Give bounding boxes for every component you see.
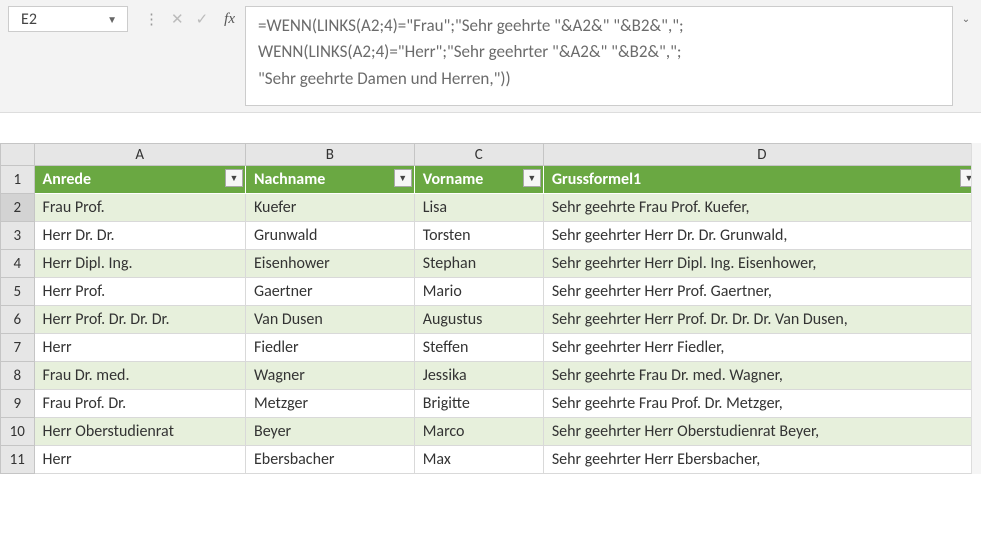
col-header-b[interactable]: B [245, 144, 414, 166]
accept-formula-icon[interactable]: ✓ [196, 10, 209, 29]
cell[interactable]: Sehr geehrter Herr Prof. Dr. Dr. Dr. Van… [543, 306, 980, 334]
table-row: 5 Herr Prof. Gaertner Mario Sehr geehrte… [1, 278, 981, 306]
column-header-row: A B C D [1, 144, 981, 166]
cell[interactable]: Sehr geehrter Herr Ebersbacher, [543, 446, 980, 474]
header-label: Nachname [254, 170, 325, 189]
formula-input[interactable]: =WENN(LINKS(A2;4)="Frau";"Sehr geehrte "… [245, 6, 953, 106]
cell[interactable]: Sehr geehrter Herr Dr. Dr. Grunwald, [543, 222, 980, 250]
name-box[interactable]: E2 ▼ [8, 6, 128, 32]
cell[interactable]: Steffen [414, 334, 543, 362]
filter-button-nachname[interactable]: ▼ [394, 169, 412, 187]
table-row: 2 Frau Prof. Kuefer Lisa Sehr geehrte Fr… [1, 194, 981, 222]
cell[interactable]: Sehr geehrte Frau Prof. Dr. Metzger, [543, 390, 980, 418]
cell[interactable]: Wagner [245, 362, 414, 390]
cell[interactable]: Fiedler [245, 334, 414, 362]
fx-icon[interactable]: fx [224, 6, 235, 32]
filter-button-vorname[interactable]: ▼ [523, 169, 541, 187]
cell[interactable]: Frau Prof. Dr. [34, 390, 245, 418]
col-header-c[interactable]: C [414, 144, 543, 166]
formula-bar-expand-icon[interactable]: ⌄ [959, 6, 973, 25]
cell[interactable]: Lisa [414, 194, 543, 222]
cell[interactable]: Frau Dr. med. [34, 362, 245, 390]
row-header-9[interactable]: 9 [1, 390, 35, 418]
header-cell-anrede[interactable]: Anrede ▼ [34, 166, 245, 194]
cell[interactable]: Herr [34, 446, 245, 474]
cell[interactable]: Frau Prof. [34, 194, 245, 222]
cell[interactable]: Augustus [414, 306, 543, 334]
cell[interactable]: Sehr geehrter Herr Oberstudienrat Beyer, [543, 418, 980, 446]
row-header-3[interactable]: 3 [1, 222, 35, 250]
table-row: 11 Herr Ebersbacher Max Sehr geehrter He… [1, 446, 981, 474]
ribbon-gap [0, 113, 981, 143]
header-cell-gruss[interactable]: Grussformel1 ▼ [543, 166, 980, 194]
row-header-5[interactable]: 5 [1, 278, 35, 306]
row-header-8[interactable]: 8 [1, 362, 35, 390]
formula-bar: E2 ▼ ⋮ ✕ ✓ fx =WENN(LINKS(A2;4)="Frau";"… [0, 0, 981, 113]
row-header-4[interactable]: 4 [1, 250, 35, 278]
cell[interactable]: Metzger [245, 390, 414, 418]
row-header-7[interactable]: 7 [1, 334, 35, 362]
formula-text: =WENN(LINKS(A2;4)="Frau";"Sehr geehrte "… [258, 13, 940, 92]
cell[interactable]: Marco [414, 418, 543, 446]
table-row: 7 Herr Fiedler Steffen Sehr geehrter Her… [1, 334, 981, 362]
cell[interactable]: Herr Dr. Dr. [34, 222, 245, 250]
cell[interactable]: Herr Prof. Dr. Dr. Dr. [34, 306, 245, 334]
row-header-1[interactable]: 1 [1, 166, 35, 194]
cell[interactable]: Sehr geehrter Herr Dipl. Ing. Eisenhower… [543, 250, 980, 278]
divider-icon: ⋮ [144, 10, 159, 29]
table-row: 6 Herr Prof. Dr. Dr. Dr. Van Dusen Augus… [1, 306, 981, 334]
cell[interactable]: Sehr geehrter Herr Fiedler, [543, 334, 980, 362]
cell[interactable]: Eisenhower [245, 250, 414, 278]
cell[interactable]: Max [414, 446, 543, 474]
header-cell-vorname[interactable]: Vorname ▼ [414, 166, 543, 194]
header-label: Vorname [423, 170, 484, 189]
col-header-a[interactable]: A [34, 144, 245, 166]
filter-button-anrede[interactable]: ▼ [225, 169, 243, 187]
cell[interactable]: Torsten [414, 222, 543, 250]
header-label: Anrede [43, 170, 91, 189]
formula-edit-buttons: ⋮ ✕ ✓ [138, 6, 214, 32]
cell[interactable]: Beyer [245, 418, 414, 446]
header-cell-nachname[interactable]: Nachname ▼ [245, 166, 414, 194]
cancel-formula-icon[interactable]: ✕ [171, 10, 184, 29]
cell[interactable]: Van Dusen [245, 306, 414, 334]
cell[interactable]: Mario [414, 278, 543, 306]
cell[interactable]: Herr Oberstudienrat [34, 418, 245, 446]
cell[interactable]: Grunwald [245, 222, 414, 250]
table-row: 3 Herr Dr. Dr. Grunwald Torsten Sehr gee… [1, 222, 981, 250]
table-row: 8 Frau Dr. med. Wagner Jessika Sehr geeh… [1, 362, 981, 390]
cell[interactable]: Sehr geehrte Frau Dr. med. Wagner, [543, 362, 980, 390]
header-label: Grussformel1 [552, 170, 641, 189]
row-header-6[interactable]: 6 [1, 306, 35, 334]
row-header-11[interactable]: 11 [1, 446, 35, 474]
cell[interactable]: Jessika [414, 362, 543, 390]
select-all-corner[interactable] [1, 144, 35, 166]
table-row: 4 Herr Dipl. Ing. Eisenhower Stephan Seh… [1, 250, 981, 278]
worksheet[interactable]: A B C D 1 Anrede ▼ Nachname ▼ Vorname ▼ … [0, 143, 981, 474]
chevron-down-icon[interactable]: ▼ [107, 13, 117, 26]
col-header-d[interactable]: D [543, 144, 980, 166]
cell[interactable]: Sehr geehrte Frau Prof. Kuefer, [543, 194, 980, 222]
cell[interactable]: Kuefer [245, 194, 414, 222]
cell[interactable]: Gaertner [245, 278, 414, 306]
cell[interactable]: Herr [34, 334, 245, 362]
cell[interactable]: Stephan [414, 250, 543, 278]
name-box-value: E2 [21, 10, 37, 29]
row-header-10[interactable]: 10 [1, 418, 35, 446]
cell[interactable]: Herr Prof. [34, 278, 245, 306]
table-header-row: 1 Anrede ▼ Nachname ▼ Vorname ▼ Grussfor… [1, 166, 981, 194]
cell[interactable]: Ebersbacher [245, 446, 414, 474]
row-header-2[interactable]: 2 [1, 194, 35, 222]
cell[interactable]: Sehr geehrter Herr Prof. Gaertner, [543, 278, 980, 306]
cell[interactable]: Herr Dipl. Ing. [34, 250, 245, 278]
cell[interactable]: Brigitte [414, 390, 543, 418]
table-row: 9 Frau Prof. Dr. Metzger Brigitte Sehr g… [1, 390, 981, 418]
vertical-scrollbar[interactable] [971, 143, 981, 474]
table-row: 10 Herr Oberstudienrat Beyer Marco Sehr … [1, 418, 981, 446]
